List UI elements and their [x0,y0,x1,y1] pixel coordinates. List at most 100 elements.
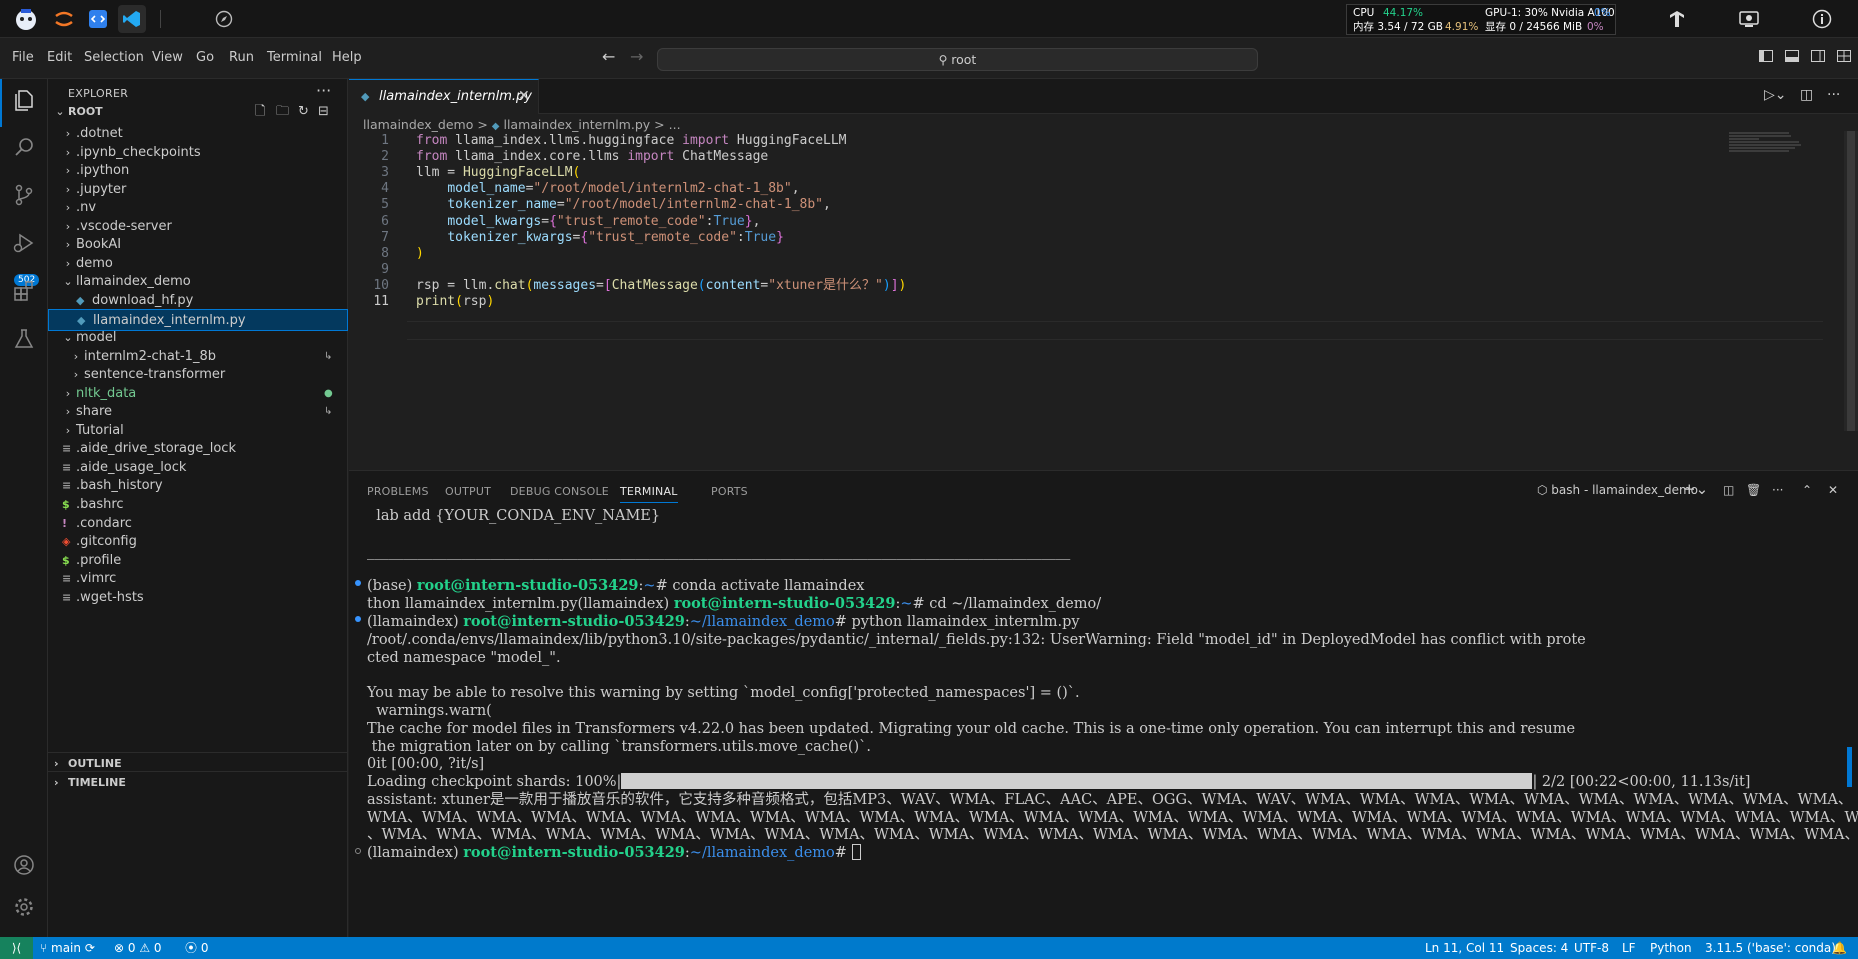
run-debug-icon[interactable] [9,231,39,261]
menu-help[interactable]: Help [332,50,362,65]
collapse-all-icon[interactable]: ⊟ [318,101,329,123]
prompt-env: thon llamaindex_internlm.py(llamaindex) [367,596,674,612]
code-token: print [416,294,456,309]
scrollbar-thumb[interactable] [1847,131,1855,431]
encoding[interactable]: UTF-8 [1574,937,1609,959]
breadcrumb-separator: > [654,117,665,132]
tab-problems[interactable]: PROBLEMS [367,485,429,498]
terminal-name: bash - llamaindex_demo [1551,483,1699,497]
breadcrumb-symbol[interactable]: ... [669,117,681,132]
vscode-blue-icon[interactable] [84,5,112,33]
cursor-position[interactable]: Ln 11, Col 11 [1425,937,1504,959]
tab-ports[interactable]: PORTS [711,485,748,498]
tab-terminal[interactable]: TERMINAL [620,485,678,503]
menu-terminal[interactable]: Terminal [267,50,322,65]
code-token: HuggingFaceLLM [462,165,573,181]
breadcrumb-file[interactable]: llamaindex_internlm.py [503,117,650,132]
accounts-icon[interactable] [9,853,39,883]
command-center-search[interactable]: ⚲ root [657,48,1258,71]
code-token: = [596,277,604,293]
indentation[interactable]: Spaces: 4 [1510,937,1568,959]
more-actions-icon[interactable]: ··· [1772,483,1783,497]
more-actions-icon[interactable]: ··· [316,81,331,100]
close-icon[interactable]: ✕ [518,88,530,104]
jupyter-icon[interactable] [50,5,78,33]
ports-count: 0 [200,941,209,955]
source-control-icon[interactable] [9,183,39,213]
settings-gear-icon[interactable] [9,895,39,925]
remote-indicator-icon[interactable]: ⟩⟨ [0,937,33,959]
prompt-command: # python llamaindex_internlm.py [834,614,1080,630]
info-icon[interactable] [1808,5,1836,33]
explorer-icon[interactable] [9,88,39,118]
ports-indicator[interactable]: ⦿ 0 [185,937,208,959]
refresh-icon[interactable]: ↻ [298,101,309,123]
code-token: True [713,213,745,229]
terminal-scrollbar[interactable] [1847,747,1852,787]
command-decoration[interactable] [355,616,361,622]
timeline-section[interactable]: › TIMELINE [48,771,348,793]
branch-indicator[interactable]: ⑂ main ⟳ [40,937,95,959]
terminal-output[interactable]: lab add {YOUR_CONDA_ENV_NAME} __________… [349,507,1858,938]
tensorboard-icon[interactable] [1663,5,1691,33]
menu-view[interactable]: View [152,50,183,65]
python-interpreter[interactable]: 3.11.5 ('base': conda) [1705,937,1836,959]
notifications-bell-icon[interactable]: 🔔 [1832,937,1847,959]
tree-file[interactable]: ≡ .wget-hsts [48,587,348,609]
editor-scrollbar[interactable] [1844,131,1858,431]
testing-flask-icon[interactable] [9,327,39,357]
tab-llamaindex-internlm[interactable]: ◆ llamaindex_internlm.py ✕ [349,79,539,114]
command-decoration[interactable] [355,848,361,854]
tab-label: llamaindex_internlm.py [379,89,532,104]
code-token: ] [890,277,899,293]
mascot-icon[interactable] [12,5,40,33]
terminal-selector[interactable]: ⬡ bash - llamaindex_demo [1537,483,1698,497]
root-folder-header[interactable]: ⌄ ROOT 🗋 🗀 ↻ ⊟ [48,101,348,123]
code-token: ) [882,277,891,293]
close-panel-icon[interactable]: ✕ [1828,483,1838,497]
more-actions-icon[interactable]: ··· [1827,87,1840,103]
code-token: ChatMessage [682,149,769,165]
toggle-panel-icon[interactable] [1783,50,1801,68]
tab-output[interactable]: OUTPUT [445,485,491,498]
menu-edit[interactable]: Edit [47,50,72,65]
customize-layout-icon[interactable] [1835,50,1853,68]
toggle-secondary-sidebar-icon[interactable] [1809,50,1827,68]
code-token: , [823,197,831,213]
toggle-primary-sidebar-icon[interactable] [1757,50,1775,68]
menu-run[interactable]: Run [229,50,254,65]
problems-indicator[interactable]: ⊗ 0 ⚠ 0 [114,937,162,959]
compass-icon[interactable] [210,5,238,33]
terminal-line: WMA、WMA、WMA、WMA、WMA、WMA、WMA、WMA、WMA、WMA、… [367,810,1858,826]
split-terminal-icon[interactable]: ◫ [1723,483,1734,497]
split-editor-icon[interactable]: ◫ [1800,87,1813,103]
prompt-command: # conda activate llamaindex [655,578,865,594]
vscode-icon[interactable] [118,5,146,33]
new-terminal-icon[interactable]: +⌄ [1683,480,1708,498]
extensions-icon[interactable] [9,279,39,309]
remote-desktop-icon[interactable] [1735,5,1763,33]
vscode-window: CPU 44.17% GPU-1: 30% Nvidia A100 0% 内存 … [0,0,1858,959]
terminal-line: the migration later on by calling `trans… [367,739,871,755]
new-folder-icon[interactable]: 🗀 [276,101,289,123]
run-file-icon[interactable]: ▷⌄ [1764,87,1787,103]
language-mode[interactable]: Python [1650,937,1692,959]
terminal-line: warnings.warn( [367,703,492,719]
new-file-icon[interactable]: 🗋 [255,101,265,123]
command-decoration[interactable] [355,580,361,586]
minimap[interactable] [1729,131,1819,171]
search-icon[interactable] [9,135,39,165]
kill-terminal-icon[interactable]: 🗑 [1746,483,1761,497]
tab-debug-console[interactable]: DEBUG CONSOLE [510,485,609,498]
menu-file[interactable]: File [12,50,34,65]
code-token: ( [697,277,706,293]
back-arrow-icon[interactable]: ← [602,47,615,66]
line-ending[interactable]: LF [1622,937,1636,959]
menu-go[interactable]: Go [196,50,214,65]
maximize-panel-icon[interactable]: ⌃ [1802,483,1812,497]
prompt-env: (llamaindex) [367,845,464,861]
forward-arrow-icon[interactable]: → [630,47,643,66]
menu-selection[interactable]: Selection [84,50,144,65]
breadcrumb-folder[interactable]: llamaindex_demo [363,117,473,132]
